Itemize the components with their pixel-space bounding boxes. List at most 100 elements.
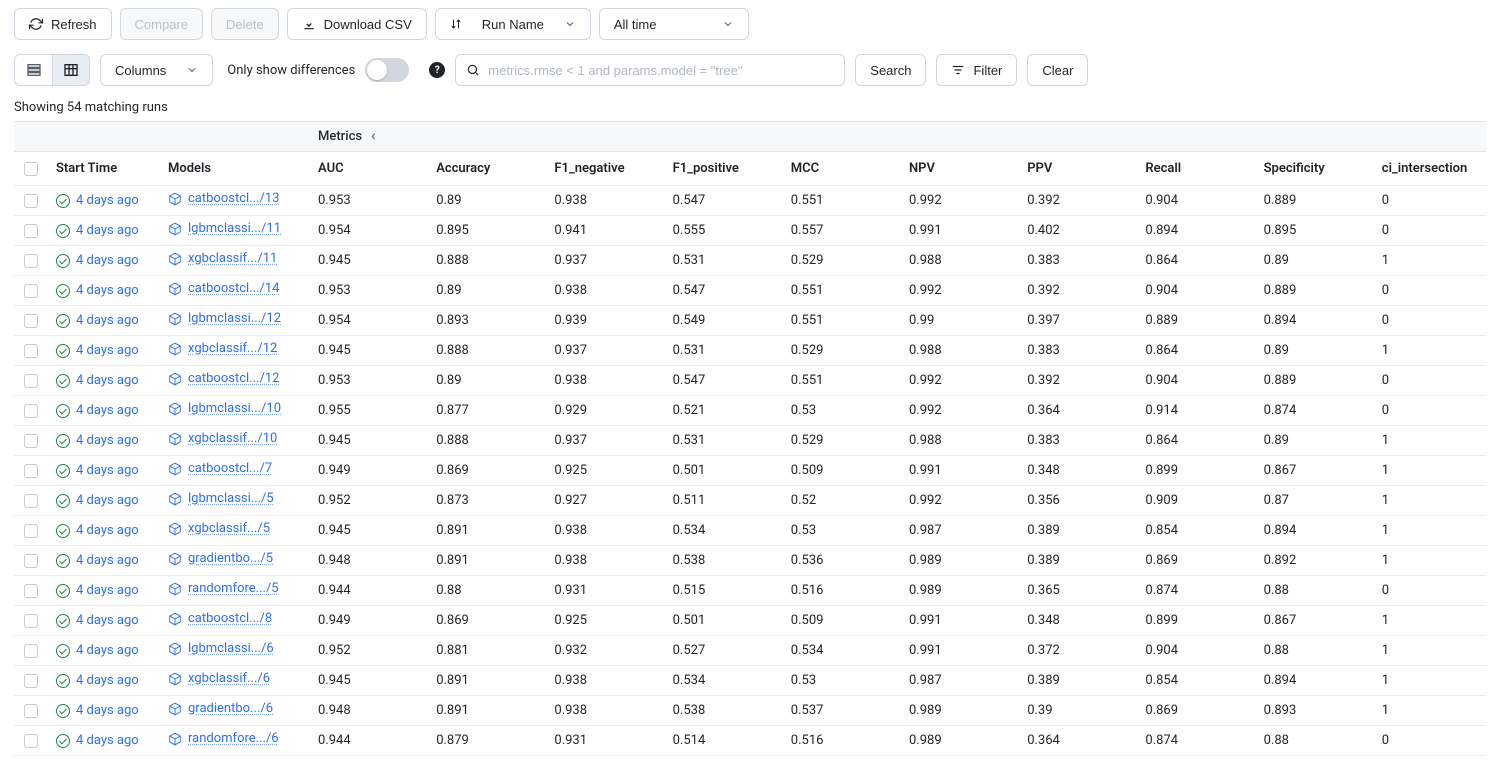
column-header[interactable]: Accuracy bbox=[422, 161, 540, 176]
row-checkbox[interactable] bbox=[24, 494, 38, 508]
view-table-button[interactable] bbox=[52, 54, 90, 86]
row-checkbox[interactable] bbox=[24, 284, 38, 298]
help-icon[interactable]: ? bbox=[429, 62, 445, 78]
search-input[interactable] bbox=[486, 62, 834, 79]
status-success-icon bbox=[56, 554, 70, 568]
time-range-select[interactable]: All time bbox=[599, 8, 749, 40]
status-success-icon bbox=[56, 674, 70, 688]
run-start-time[interactable]: 4 days ago bbox=[56, 193, 139, 208]
metric-cell: 0.531 bbox=[659, 253, 777, 268]
row-checkbox[interactable] bbox=[24, 464, 38, 478]
run-start-time[interactable]: 4 days ago bbox=[56, 433, 139, 448]
model-link[interactable]: catboostcl.../13 bbox=[168, 191, 279, 206]
model-link[interactable]: catboostcl.../8 bbox=[168, 611, 272, 626]
run-start-time[interactable]: 4 days ago bbox=[56, 703, 139, 718]
metric-cell: 0.991 bbox=[895, 223, 1013, 238]
run-start-time[interactable]: 4 days ago bbox=[56, 373, 139, 388]
model-link[interactable]: lgbmclassi.../10 bbox=[168, 401, 281, 416]
run-start-time[interactable]: 4 days ago bbox=[56, 613, 139, 628]
model-link[interactable]: lgbmclassi.../12 bbox=[168, 311, 281, 326]
run-start-time[interactable]: 4 days ago bbox=[56, 643, 139, 658]
view-list-button[interactable] bbox=[14, 54, 52, 86]
row-checkbox[interactable] bbox=[24, 374, 38, 388]
model-link[interactable]: catboostcl.../12 bbox=[168, 371, 279, 386]
metric-cell: 0.389 bbox=[1013, 553, 1131, 568]
search-field[interactable] bbox=[455, 54, 845, 86]
download-csv-button[interactable]: Download CSV bbox=[287, 8, 427, 40]
run-time-label: 4 days ago bbox=[76, 193, 139, 208]
model-name: catboostcl.../13 bbox=[188, 191, 279, 206]
row-checkbox[interactable] bbox=[24, 314, 38, 328]
column-header[interactable]: NPV bbox=[895, 161, 1013, 176]
model-link[interactable]: lgbmclassi.../11 bbox=[168, 221, 281, 236]
select-all-checkbox[interactable] bbox=[24, 162, 38, 176]
row-checkbox[interactable] bbox=[24, 524, 38, 538]
column-header[interactable]: Recall bbox=[1131, 161, 1249, 176]
metric-cell: 0.938 bbox=[540, 283, 658, 298]
run-start-time[interactable]: 4 days ago bbox=[56, 223, 139, 238]
search-button[interactable]: Search bbox=[855, 54, 926, 86]
row-checkbox[interactable] bbox=[24, 674, 38, 688]
model-name: lgbmclassi.../6 bbox=[188, 641, 274, 656]
run-start-time[interactable]: 4 days ago bbox=[56, 463, 139, 478]
row-checkbox[interactable] bbox=[24, 554, 38, 568]
column-header[interactable]: Specificity bbox=[1250, 161, 1368, 176]
column-header[interactable]: F1_negative bbox=[540, 161, 658, 176]
run-start-time[interactable]: 4 days ago bbox=[56, 403, 139, 418]
column-header[interactable]: Models bbox=[154, 161, 304, 176]
model-link[interactable]: randomfore.../6 bbox=[168, 731, 279, 746]
column-header[interactable]: ci_intersection bbox=[1368, 161, 1486, 176]
run-start-time[interactable]: 4 days ago bbox=[56, 283, 139, 298]
row-checkbox[interactable] bbox=[24, 584, 38, 598]
model-link[interactable]: gradientbo.../6 bbox=[168, 701, 273, 716]
run-start-time[interactable]: 4 days ago bbox=[56, 553, 139, 568]
model-link[interactable]: xgbclassif.../12 bbox=[168, 341, 277, 356]
run-start-time[interactable]: 4 days ago bbox=[56, 583, 139, 598]
model-link[interactable]: gradientbo.../5 bbox=[168, 551, 273, 566]
row-checkbox[interactable] bbox=[24, 434, 38, 448]
metric-cell: 0.348 bbox=[1013, 613, 1131, 628]
filter-button[interactable]: Filter bbox=[936, 54, 1017, 86]
column-header[interactable]: AUC bbox=[304, 161, 422, 176]
row-checkbox[interactable] bbox=[24, 224, 38, 238]
model-link[interactable]: xgbclassif.../5 bbox=[168, 521, 270, 536]
time-range-label: All time bbox=[614, 17, 657, 32]
model-link[interactable]: xgbclassif.../6 bbox=[168, 671, 270, 686]
model-link[interactable]: randomfore.../5 bbox=[168, 581, 279, 596]
column-header[interactable]: PPV bbox=[1013, 161, 1131, 176]
model-link[interactable]: lgbmclassi.../5 bbox=[168, 491, 274, 506]
run-start-time[interactable]: 4 days ago bbox=[56, 673, 139, 688]
row-checkbox[interactable] bbox=[24, 704, 38, 718]
run-start-time[interactable]: 4 days ago bbox=[56, 253, 139, 268]
only-diff-toggle[interactable] bbox=[365, 58, 409, 82]
clear-button[interactable]: Clear bbox=[1027, 54, 1088, 86]
row-checkbox[interactable] bbox=[24, 614, 38, 628]
row-checkbox[interactable] bbox=[24, 254, 38, 268]
column-header[interactable]: F1_positive bbox=[659, 161, 777, 176]
run-start-time[interactable]: 4 days ago bbox=[56, 343, 139, 358]
table-row: 4 days agoxgbclassif.../100.9450.8880.93… bbox=[14, 426, 1486, 456]
model-link[interactable]: catboostcl.../7 bbox=[168, 461, 272, 476]
sort-select[interactable]: Run Name bbox=[435, 8, 591, 40]
row-checkbox[interactable] bbox=[24, 344, 38, 358]
refresh-button[interactable]: Refresh bbox=[14, 8, 112, 40]
row-checkbox[interactable] bbox=[24, 734, 38, 748]
column-header[interactable]: MCC bbox=[777, 161, 895, 176]
model-link[interactable]: xgbclassif.../10 bbox=[168, 431, 277, 446]
run-start-time[interactable]: 4 days ago bbox=[56, 493, 139, 508]
row-checkbox[interactable] bbox=[24, 644, 38, 658]
column-header[interactable]: Start Time bbox=[42, 161, 154, 176]
columns-select[interactable]: Columns bbox=[100, 54, 213, 86]
run-start-time[interactable]: 4 days ago bbox=[56, 313, 139, 328]
run-start-time[interactable]: 4 days ago bbox=[56, 733, 139, 748]
model-link[interactable]: xgbclassif.../11 bbox=[168, 251, 277, 266]
status-success-icon bbox=[56, 194, 70, 208]
row-checkbox[interactable] bbox=[24, 404, 38, 418]
chevron-left-icon[interactable] bbox=[368, 131, 379, 142]
run-start-time[interactable]: 4 days ago bbox=[56, 523, 139, 538]
row-checkbox[interactable] bbox=[24, 194, 38, 208]
metric-cell: 0.954 bbox=[304, 313, 422, 328]
model-link[interactable]: catboostcl.../14 bbox=[168, 281, 279, 296]
model-link[interactable]: lgbmclassi.../6 bbox=[168, 641, 274, 656]
metric-cell: 0.894 bbox=[1250, 313, 1368, 328]
